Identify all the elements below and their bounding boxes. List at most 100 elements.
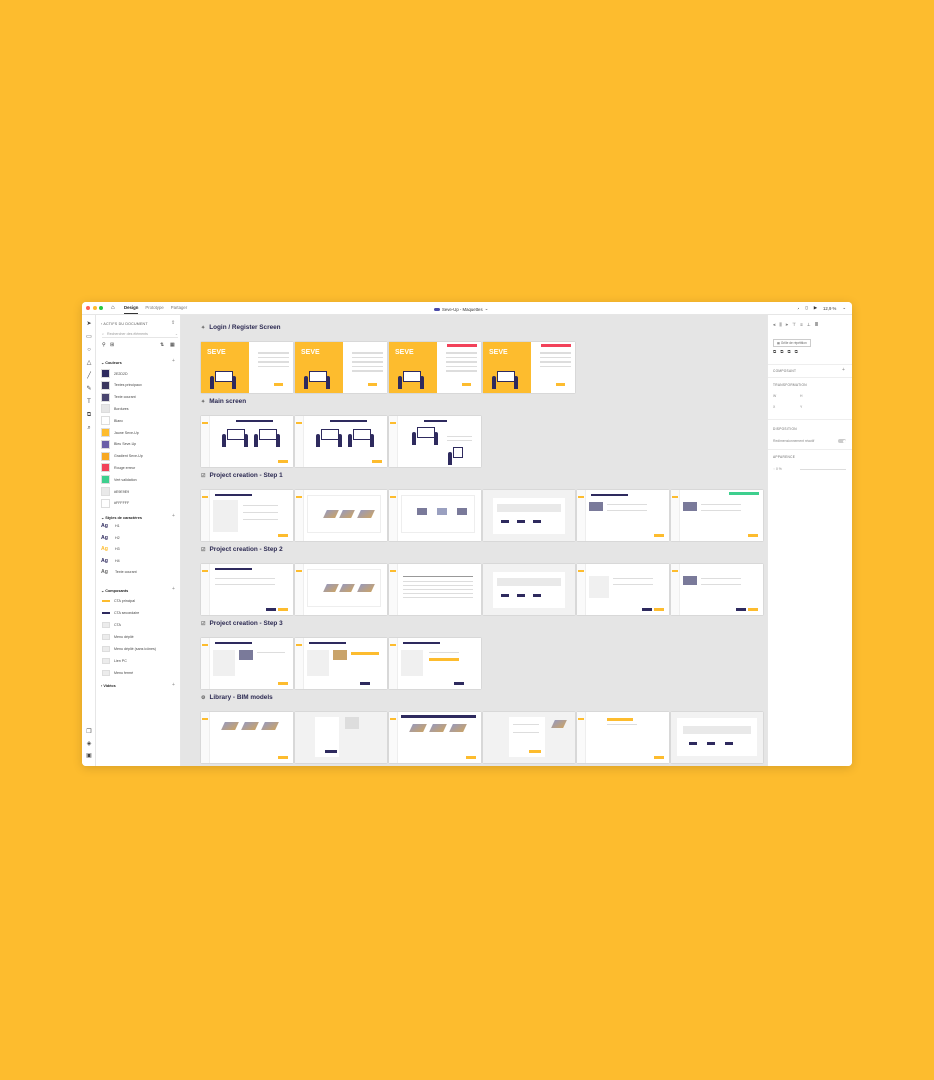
mobile-preview-icon[interactable]: ▯ <box>805 305 807 311</box>
tab-design[interactable]: Design <box>124 302 139 314</box>
artboard-tool-icon[interactable]: ⧉ <box>85 411 93 419</box>
tab-prototype[interactable]: Prototype <box>145 302 163 314</box>
artboard-library-2[interactable] <box>295 712 387 763</box>
artboard-library-4[interactable] <box>483 712 575 763</box>
artboard-login-2[interactable]: SEVE <box>295 342 387 393</box>
videos-section-title[interactable]: › Vidéos <box>101 684 116 688</box>
artboard-library-1[interactable] <box>201 712 293 763</box>
char-style-row[interactable]: Ag Texte courant <box>101 569 137 575</box>
align-center-icon[interactable]: ⫼ <box>780 322 782 328</box>
add-component-plus-icon[interactable]: + <box>842 367 845 373</box>
rectangle-tool-icon[interactable]: ▭ <box>85 333 93 341</box>
char-style-row[interactable]: Ag H3 <box>101 546 120 552</box>
component-row[interactable]: CTA principal <box>101 596 135 605</box>
canvas[interactable]: ✦ Login / Register Screen SEVE SEVE SEVE … <box>181 315 767 766</box>
artboard-step2-5[interactable] <box>577 564 669 615</box>
y-field[interactable]: Y <box>800 405 802 409</box>
close-window-button[interactable] <box>86 306 90 310</box>
artboard-step2-4[interactable] <box>483 564 575 615</box>
home-icon[interactable]: ⌂ <box>111 305 117 311</box>
align-middle-icon[interactable]: ≡ <box>800 322 803 328</box>
search-input[interactable]: ⌕ Rechercher des éléments ⌄ <box>102 331 178 338</box>
grid-view-icon[interactable]: ▦ <box>170 342 175 348</box>
color-swatch-row[interactable]: 2E2D2D <box>101 369 128 378</box>
color-swatch-row[interactable]: Bordures <box>101 404 129 414</box>
zoom-chevron-icon[interactable]: ⌄ <box>842 305 846 311</box>
color-swatch-row[interactable]: #E9E9E9 <box>101 487 129 496</box>
color-swatch-row[interactable]: Textes principaux <box>101 380 142 390</box>
add-component-icon[interactable]: + <box>172 586 175 592</box>
plugins-icon[interactable]: ▣ <box>85 752 93 760</box>
artboard-step1-6[interactable] <box>671 490 763 541</box>
width-field[interactable]: W <box>773 394 776 398</box>
artboard-step2-3[interactable] <box>389 564 481 615</box>
x-field[interactable]: X <box>773 405 775 409</box>
color-swatch-row[interactable]: Blanc <box>101 416 123 426</box>
zoom-tool-icon[interactable]: ⌕ <box>85 424 93 432</box>
library-icon[interactable]: ⊞ <box>110 342 114 348</box>
colors-section-title[interactable]: ⌄ Couleurs <box>101 360 122 365</box>
artboard-step2-2[interactable] <box>295 564 387 615</box>
char-style-row[interactable]: Ag H2 <box>101 535 120 541</box>
user-icon[interactable]: ◔ <box>797 306 800 311</box>
add-char-style-icon[interactable]: + <box>172 513 175 519</box>
artboard-step2-1[interactable] <box>201 564 293 615</box>
color-swatch-row[interactable]: Texte courant <box>101 392 136 402</box>
component-row[interactable]: Menu fermé <box>101 668 133 677</box>
artboard-step2-6[interactable] <box>671 564 763 615</box>
artboard-step1-5[interactable] <box>577 490 669 541</box>
color-swatch-row[interactable]: Gradient Seve-Up <box>101 451 143 461</box>
artboard-main-2[interactable] <box>295 416 387 467</box>
char-style-row[interactable]: Ag H4 <box>101 558 120 564</box>
zoom-level[interactable]: 12,9 % <box>823 306 836 311</box>
component-row[interactable]: Menu déplié (sans icônes) <box>101 644 156 653</box>
components-section-title[interactable]: ⌄ Composants <box>101 588 128 593</box>
artboard-main-3[interactable] <box>389 416 481 467</box>
component-row[interactable]: Menu déplié <box>101 632 134 641</box>
sort-icon[interactable]: ⇅ <box>160 342 164 348</box>
artboard-main-1[interactable] <box>201 416 293 467</box>
document-title[interactable]: Seve-Up - Maquettes ⌄ <box>434 306 488 312</box>
opacity-slider[interactable] <box>800 469 846 470</box>
color-swatch-row[interactable]: #FFFFFF <box>101 498 129 508</box>
minimize-window-button[interactable] <box>92 306 97 310</box>
repeat-grid-button[interactable]: ▦ Grille de répétition <box>773 339 811 347</box>
artboard-library-3[interactable] <box>389 712 481 763</box>
color-swatch-row[interactable]: Jaune Seve-Up <box>101 428 139 437</box>
add-video-icon[interactable]: + <box>172 682 175 688</box>
layers-icon[interactable]: ◈ <box>85 740 93 748</box>
text-tool-icon[interactable]: T <box>85 398 93 406</box>
artboard-step1-1[interactable] <box>201 490 293 541</box>
char-styles-section-title[interactable]: ⌄ Styles de caractères <box>101 515 142 520</box>
responsive-resize-toggle[interactable] <box>838 439 846 443</box>
exclude-icon[interactable]: ⧉ <box>795 349 798 354</box>
play-icon[interactable]: ▶ <box>814 305 817 311</box>
artboard-step1-2[interactable] <box>295 490 387 541</box>
artboard-login-1[interactable]: SEVE <box>201 342 293 393</box>
tab-share[interactable]: Partager <box>171 302 187 314</box>
pen-tool-icon[interactable]: ✎ <box>85 385 93 393</box>
height-field[interactable]: H <box>800 394 802 398</box>
ellipse-tool-icon[interactable]: ○ <box>85 346 93 354</box>
maximize-window-button[interactable] <box>99 306 103 310</box>
color-swatch-row[interactable]: Vert validation <box>101 475 137 485</box>
assets-icon[interactable]: ❐ <box>85 728 93 736</box>
artboard-login-3[interactable]: SEVE <box>389 342 481 393</box>
export-icon[interactable]: ⇪ <box>171 320 175 326</box>
color-swatch-row[interactable]: Rouge erreur <box>101 463 135 473</box>
artboard-step3-1[interactable] <box>201 638 293 689</box>
artboard-login-4[interactable]: SEVE <box>483 342 575 393</box>
component-row[interactable]: CTA secondaire <box>101 608 139 617</box>
subtract-icon[interactable]: ⧉ <box>780 349 783 354</box>
opacity-field[interactable]: ◌ 0 % <box>773 467 782 471</box>
align-bottom-icon[interactable]: ⊥ <box>807 322 811 328</box>
component-row[interactable]: Lien PC <box>101 656 127 665</box>
union-icon[interactable]: ⧉ <box>773 349 776 354</box>
distribute-icon[interactable]: ≣ <box>815 322 819 328</box>
align-left-icon[interactable]: ⫷ <box>773 322 776 328</box>
align-top-icon[interactable]: ⊤ <box>792 322 796 328</box>
artboard-step1-3[interactable] <box>389 490 481 541</box>
filter-icon[interactable]: ⚲ <box>102 342 106 348</box>
line-tool-icon[interactable]: ╱ <box>85 372 93 380</box>
artboard-library-6[interactable] <box>671 712 763 763</box>
